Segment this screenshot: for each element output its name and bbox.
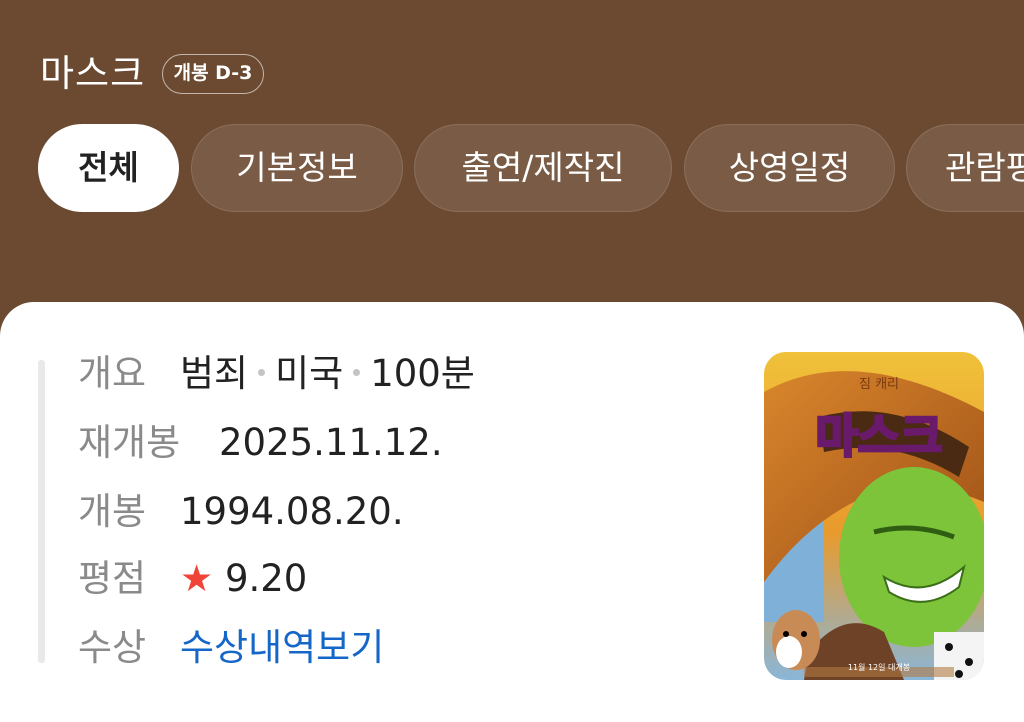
rating-row: 평점 ★ 9.20 bbox=[78, 553, 307, 605]
movie-poster[interactable]: 짐 캐리 마스크 11월 12일 대개봉 bbox=[764, 352, 984, 680]
separator-dot bbox=[353, 369, 361, 376]
tab-cast-crew[interactable]: 출연/제작진 bbox=[414, 124, 672, 212]
awards-row: 수상 수상내역보기 bbox=[78, 622, 384, 674]
rating-label: 평점 bbox=[78, 557, 147, 600]
release-date: 1994.08.20. bbox=[180, 490, 404, 533]
poster-title-text: 마스크 bbox=[816, 409, 943, 463]
rerelease-date: 2025.11.12. bbox=[219, 421, 443, 464]
rating-value: 9.20 bbox=[224, 557, 308, 600]
separator-dot bbox=[258, 369, 266, 376]
tab-all[interactable]: 전체 bbox=[38, 124, 179, 212]
genre: 범죄 bbox=[180, 352, 249, 395]
runtime: 100분 bbox=[370, 352, 475, 395]
rerelease-row: 재개봉 2025.11.12. bbox=[78, 417, 443, 469]
country: 미국 bbox=[275, 352, 344, 395]
tab-reviews[interactable]: 관람평 bbox=[906, 124, 1024, 212]
tab-showtimes[interactable]: 상영일정 bbox=[684, 124, 895, 212]
overview-value: 범죄 미국 100분 bbox=[180, 348, 475, 400]
release-row: 개봉 1994.08.20. bbox=[78, 486, 404, 538]
awards-label: 수상 bbox=[78, 626, 147, 669]
poster-image: 짐 캐리 마스크 11월 12일 대개봉 bbox=[764, 352, 984, 680]
info-divider bbox=[38, 360, 45, 663]
header: 마스크 개봉 D-3 전체 기본정보 출연/제작진 상영일정 관람평 bbox=[0, 0, 1024, 310]
tab-basic-info[interactable]: 기본정보 bbox=[191, 124, 403, 212]
release-label: 개봉 bbox=[78, 490, 147, 533]
overview-label: 개요 bbox=[78, 352, 147, 395]
release-countdown-badge: 개봉 D-3 bbox=[162, 54, 264, 94]
awards-link[interactable]: 수상내역보기 bbox=[180, 622, 384, 674]
overview-row: 개요 범죄 미국 100분 bbox=[78, 348, 475, 400]
poster-top-text: 짐 캐리 bbox=[859, 377, 899, 392]
poster-bottom-text: 11월 12일 대개봉 bbox=[848, 662, 910, 672]
movie-title: 마스크 bbox=[40, 52, 146, 95]
star-icon: ★ bbox=[180, 557, 214, 600]
rerelease-label: 재개봉 bbox=[78, 421, 181, 464]
rating-value-wrap: ★ 9.20 bbox=[180, 553, 307, 605]
tab-bar: 전체 기본정보 출연/제작진 상영일정 관람평 bbox=[0, 124, 1024, 212]
